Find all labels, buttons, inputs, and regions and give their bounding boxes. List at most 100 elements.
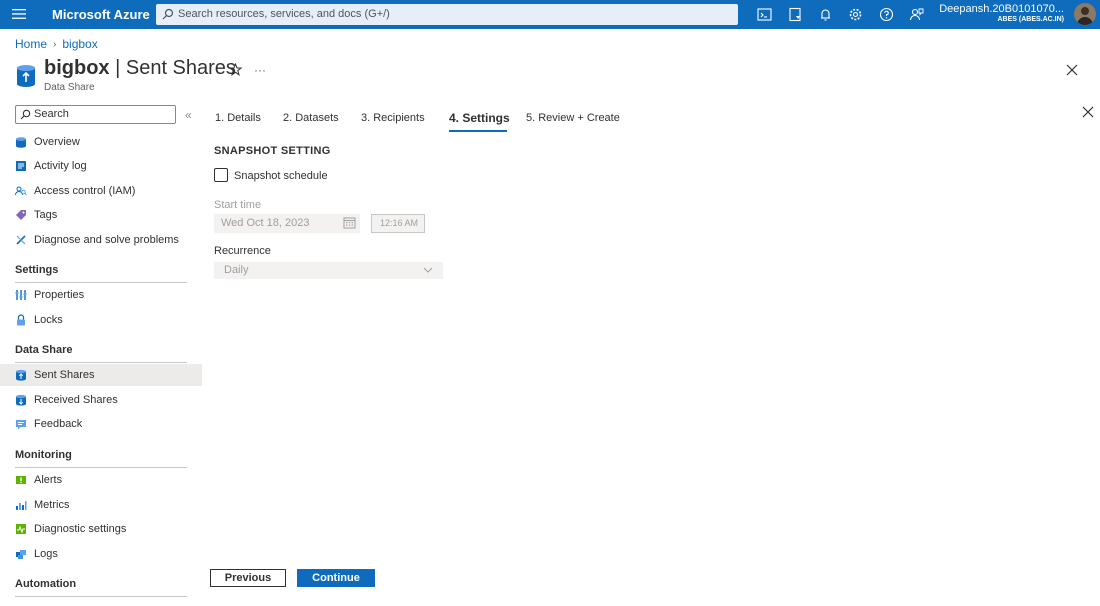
overview-icon [16, 137, 26, 148]
search-icon [162, 8, 174, 20]
close-panel-icon[interactable] [1082, 106, 1094, 118]
chevron-right-icon: › [53, 38, 57, 50]
wrench-icon [16, 235, 26, 245]
sidebar-item-label: Received Shares [34, 394, 118, 406]
sidebar-search-placeholder: Search [34, 108, 69, 120]
notifications-icon[interactable] [818, 7, 833, 22]
directory-filter-icon[interactable] [788, 7, 803, 22]
search-icon [20, 109, 31, 120]
sidebar-item-label: Metrics [34, 499, 70, 511]
help-icon[interactable] [879, 7, 894, 22]
sidebar-item-label: Diagnostic settings [34, 523, 127, 535]
sidebar-section-settings: Settings [15, 264, 59, 276]
sidebar-item-properties[interactable]: Properties [0, 284, 202, 306]
user-name: Deepansh.20B0101070... [939, 3, 1064, 15]
title-separator: | [109, 57, 126, 79]
sidebar-item-logs[interactable]: Logs [0, 543, 202, 565]
sidebar-item-label: Diagnose and solve problems [34, 234, 179, 246]
sidebar-item-overview[interactable]: Overview [0, 131, 202, 153]
recurrence-select[interactable]: Daily [214, 262, 443, 279]
global-search-input[interactable]: Search resources, services, and docs (G+… [156, 4, 738, 25]
lock-icon [17, 314, 25, 326]
sidebar-divider [15, 596, 187, 597]
snapshot-schedule-checkbox[interactable] [214, 168, 228, 182]
calendar-icon[interactable] [343, 216, 356, 229]
tab-recipients[interactable]: 3. Recipients [361, 112, 425, 124]
continue-button[interactable]: Continue [297, 569, 375, 587]
sidebar-item-label: Alerts [34, 474, 63, 486]
tag-icon [16, 210, 26, 220]
sidebar-item-label: Activity log [34, 160, 87, 172]
more-options-icon[interactable]: ··· [254, 63, 266, 77]
sidebar-item-label: Overview [34, 136, 80, 148]
iam-icon [15, 186, 27, 196]
alert-icon [16, 476, 26, 484]
sent-shares-icon [16, 369, 26, 381]
sidebar-divider [15, 282, 187, 283]
account-menu[interactable]: Deepansh.20B0101070... ABES (ABES.AC.IN) [939, 3, 1064, 23]
settings-icon[interactable] [848, 7, 863, 22]
favorite-star-icon[interactable] [229, 63, 242, 76]
active-tab-indicator [449, 130, 507, 132]
sidebar-item-label: Logs [34, 548, 58, 560]
sidebar-item-label: Locks [34, 314, 63, 326]
snapshot-schedule-label[interactable]: Snapshot schedule [234, 170, 328, 182]
logs-icon [16, 550, 26, 559]
resource-name: bigbox [44, 57, 110, 79]
sidebar-section-data-share: Data Share [15, 344, 73, 356]
page-title: bigbox | Sent Shares [44, 57, 236, 80]
sidebar-item-label: Access control (IAM) [34, 185, 136, 197]
chevron-down-icon [423, 267, 433, 273]
tab-review-create[interactable]: 5. Review + Create [526, 112, 620, 124]
sidebar-item-label: Properties [34, 289, 85, 301]
cloud-shell-icon[interactable] [757, 7, 772, 22]
received-shares-icon [16, 394, 26, 406]
sidebar-section-automation: Automation [15, 578, 77, 590]
page-name: Sent Shares [125, 57, 236, 79]
sidebar-item-activity-log[interactable]: Activity log [0, 155, 202, 177]
sidebar-section-monitoring: Monitoring [15, 449, 72, 461]
sidebar-item-alerts[interactable]: Alerts [0, 469, 202, 491]
sidebar-item-tags[interactable]: Tags [0, 204, 202, 226]
avatar[interactable] [1074, 3, 1096, 25]
tab-details[interactable]: 1. Details [215, 112, 261, 124]
menu-icon[interactable] [12, 7, 26, 21]
sidebar-item-metrics[interactable]: Metrics [0, 494, 202, 516]
breadcrumb-resource[interactable]: bigbox [62, 37, 97, 51]
feedback-icon[interactable] [909, 7, 924, 22]
close-blade-icon[interactable] [1066, 64, 1078, 76]
brand-title[interactable]: Microsoft Azure [52, 7, 150, 22]
breadcrumb: Home › bigbox [15, 37, 98, 51]
sidebar-divider [15, 467, 187, 468]
start-time-value: 12:16 AM [380, 218, 419, 228]
top-bar: Microsoft Azure Search resources, servic… [0, 0, 1100, 29]
tab-settings[interactable]: 4. Settings [449, 111, 510, 125]
sidebar-item-label: Feedback [34, 418, 83, 430]
recurrence-value: Daily [224, 264, 249, 276]
user-directory: ABES (ABES.AC.IN) [997, 16, 1064, 23]
sidebar-item-locks[interactable]: Locks [0, 309, 202, 331]
user-avatar-icon [1074, 3, 1096, 25]
start-time-input[interactable]: 12:16 AM [371, 214, 425, 233]
sidebar-item-diagnostic-settings[interactable]: Diagnostic settings [0, 518, 202, 540]
global-search-placeholder: Search resources, services, and docs (G+… [178, 8, 390, 20]
sidebar-search-input[interactable]: Search [15, 105, 176, 124]
start-date-picker[interactable]: Wed Oct 18, 2023 [214, 214, 360, 233]
sidebar-item-feedback[interactable]: Feedback [0, 413, 202, 435]
previous-button[interactable]: Previous [210, 569, 286, 587]
tab-datasets[interactable]: 2. Datasets [283, 112, 339, 124]
sidebar-item-received-shares[interactable]: Received Shares [0, 389, 202, 411]
metrics-icon [16, 501, 27, 510]
breadcrumb-home[interactable]: Home [15, 37, 47, 51]
properties-icon [15, 290, 27, 300]
sidebar-item-label: Sent Shares [34, 369, 95, 381]
sidebar-divider [15, 362, 187, 363]
data-share-icon [17, 65, 35, 87]
collapse-sidebar-icon[interactable]: « [185, 108, 192, 122]
recurrence-label: Recurrence [214, 245, 271, 257]
sidebar-item-sent-shares[interactable]: Sent Shares [0, 364, 202, 386]
start-time-label: Start time [214, 199, 262, 211]
sidebar-item-diagnose[interactable]: Diagnose and solve problems [0, 229, 202, 251]
sidebar-item-iam[interactable]: Access control (IAM) [0, 180, 202, 202]
start-date-value: Wed Oct 18, 2023 [221, 217, 310, 229]
